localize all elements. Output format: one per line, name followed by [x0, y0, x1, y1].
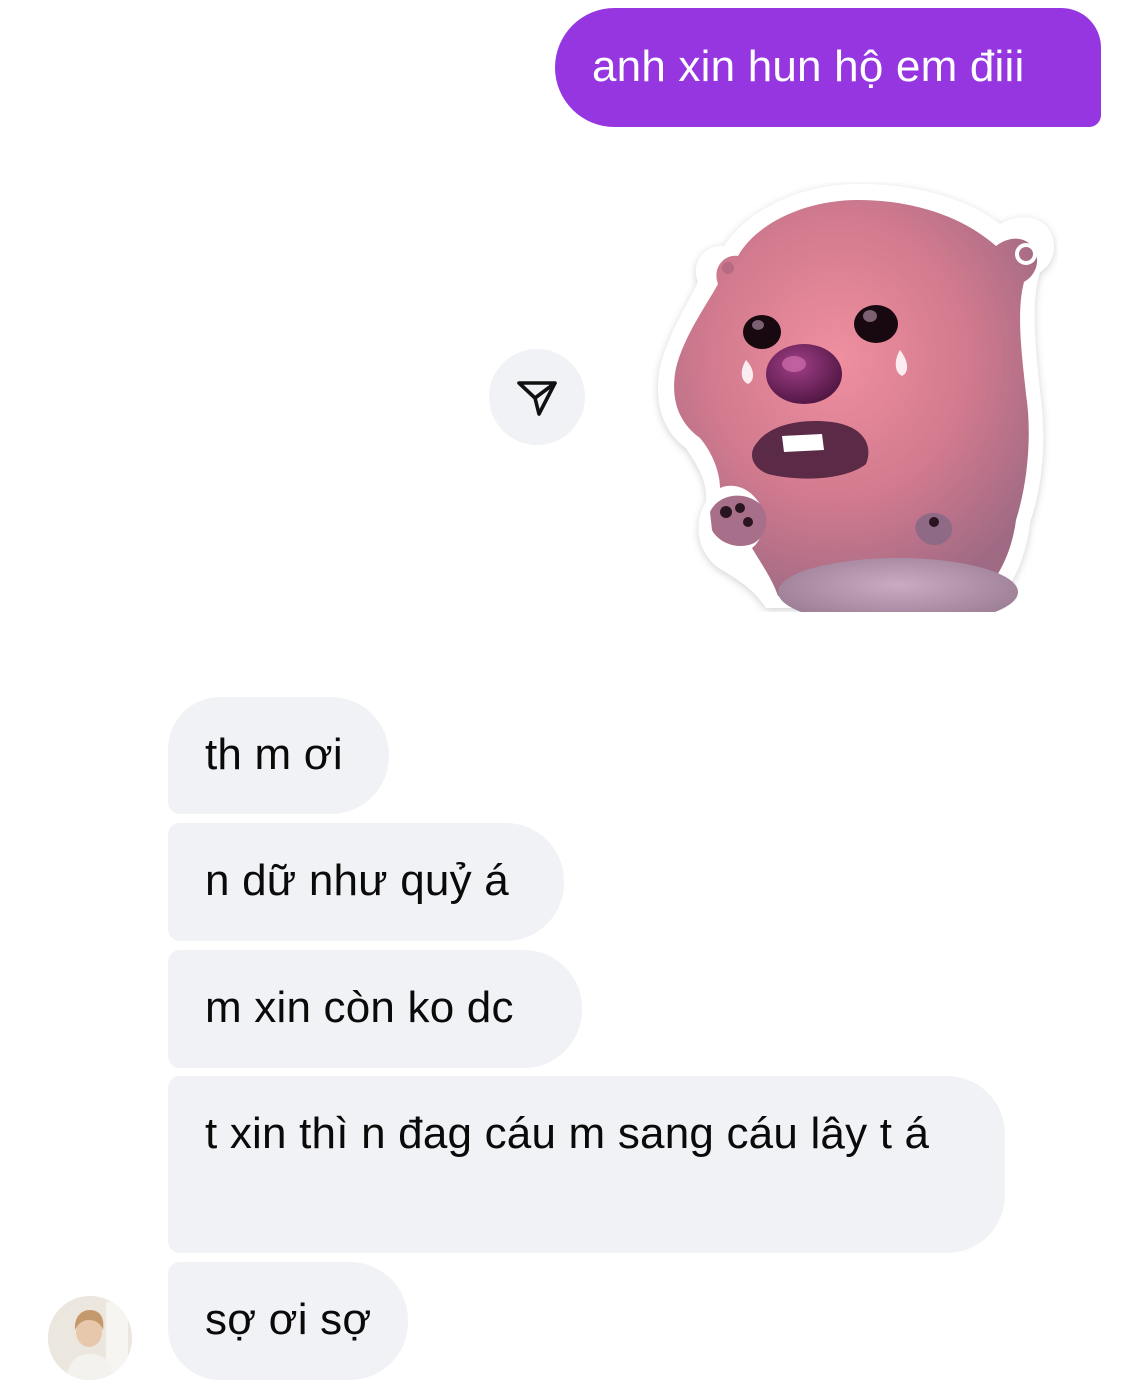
message-thread: anh xin hun hộ em điii th m ơi n dữ như …: [0, 0, 1125, 1383]
incoming-message[interactable]: t xin thì n đag cáu m sang cáu lây t á: [168, 1076, 1005, 1253]
message-text: t xin thì n đag cáu m sang cáu lây t á: [205, 1109, 930, 1158]
message-text: th m ơi: [205, 730, 343, 779]
share-button[interactable]: [489, 349, 585, 445]
outgoing-message[interactable]: anh xin hun hộ em điii: [555, 8, 1101, 127]
incoming-message[interactable]: sợ ơi sợ: [168, 1262, 408, 1380]
crying-beaver-sticker[interactable]: [648, 182, 1058, 612]
send-arrow-icon: [517, 381, 557, 416]
message-text: m xin còn ko dc: [205, 983, 514, 1032]
incoming-message[interactable]: th m ơi: [168, 697, 389, 814]
user-avatar[interactable]: [48, 1296, 132, 1380]
incoming-message[interactable]: m xin còn ko dc: [168, 950, 582, 1068]
incoming-message[interactable]: n dữ như quỷ á: [168, 823, 564, 941]
message-text: anh xin hun hộ em điii: [592, 42, 1025, 91]
user-avatar-image: [48, 1296, 132, 1380]
message-text: n dữ như quỷ á: [205, 856, 509, 905]
message-text: sợ ơi sợ: [205, 1295, 372, 1344]
